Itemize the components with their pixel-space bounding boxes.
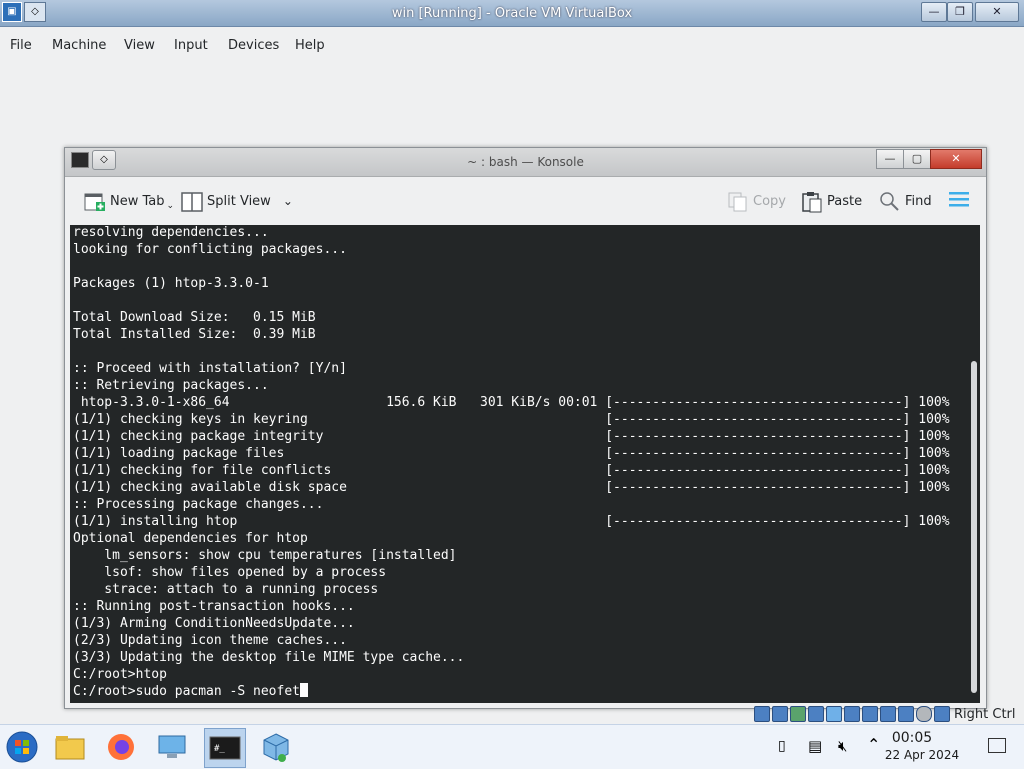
konsole-window-title: ~ : bash — Konsole xyxy=(467,155,584,169)
new-tab-icon xyxy=(84,191,105,211)
remote-desktop-icon xyxy=(158,735,186,758)
split-view-chevron-down-icon[interactable]: ⌄ xyxy=(283,194,293,208)
mouse-integration-icon[interactable] xyxy=(916,706,932,722)
tray-volume-muted-icon[interactable]: 🔇︎ xyxy=(838,737,847,755)
new-tab-button[interactable]: New Tab ⌄ xyxy=(84,190,174,212)
terminal-scrollbar[interactable] xyxy=(971,361,977,693)
network-icon[interactable] xyxy=(808,706,824,722)
tray-usb-icon[interactable]: ▯ xyxy=(778,738,786,754)
terminal-view[interactable]: resolving dependencies... looking for co… xyxy=(70,225,980,703)
start-button[interactable] xyxy=(2,728,42,766)
taskbar: #_ ▯ ▤ 🔇︎ ⌃ 00:05 22 Apr 2024 xyxy=(0,724,1024,769)
vbox-close-button[interactable]: ✕ xyxy=(975,2,1019,22)
vbox-titlebar: ▣ ◇ win [Running] - Oracle VM VirtualBox… xyxy=(0,0,1024,27)
virtualbox-icon xyxy=(263,733,289,762)
new-tab-label: New Tab xyxy=(110,193,165,209)
menu-input[interactable]: Input xyxy=(174,38,208,53)
host-key-icon xyxy=(934,706,950,722)
svg-text:#_: #_ xyxy=(214,744,225,754)
paste-button[interactable]: Paste xyxy=(801,190,863,213)
clock-date: 22 Apr 2024 xyxy=(884,748,960,762)
split-view-button[interactable]: Split View ⌄ xyxy=(181,190,293,212)
usb-icon[interactable] xyxy=(826,706,842,722)
copy-icon xyxy=(727,191,747,212)
hamburger-menu-button[interactable] xyxy=(948,190,970,212)
hamburger-menu-icon xyxy=(948,190,970,212)
hard-disk-icon[interactable] xyxy=(754,706,770,722)
find-label: Find xyxy=(905,193,932,209)
taskbar-firefox[interactable] xyxy=(101,728,141,766)
new-tab-chevron-icon: ⌄ xyxy=(166,201,175,211)
konsole-titlebar[interactable]: ◇ ~ : bash — Konsole — ▢ ✕ xyxy=(65,148,986,177)
taskbar-virtualbox[interactable] xyxy=(256,728,296,766)
audio-icon[interactable] xyxy=(790,706,806,722)
vbox-menubar: File Machine View Input Devices Help xyxy=(0,31,1024,61)
taskbar-file-explorer[interactable] xyxy=(50,728,90,766)
konsole-close-button[interactable]: ✕ xyxy=(930,149,982,169)
vbox-minimize-button[interactable]: — xyxy=(921,2,947,22)
firefox-icon xyxy=(108,734,134,760)
konsole-window: ◇ ~ : bash — Konsole — ▢ ✕ New Tab ⌄ Spl… xyxy=(64,147,987,709)
vbox-window-title: win [Running] - Oracle VM VirtualBox xyxy=(391,6,633,21)
terminal-output: resolving dependencies... looking for co… xyxy=(73,225,950,699)
vbox-status-bar: Right Ctrl xyxy=(754,704,1024,724)
split-view-label: Split View xyxy=(207,193,271,209)
windows-orb-icon xyxy=(6,731,38,763)
search-icon xyxy=(879,191,899,211)
menu-view[interactable]: View xyxy=(124,38,155,53)
konsole-maximize-button[interactable]: ▢ xyxy=(903,149,931,169)
terminal-icon: #_ xyxy=(209,736,241,760)
vbox-maximize-button[interactable]: ❐ xyxy=(947,2,973,22)
konsole-toolbar: New Tab ⌄ Split View ⌄ Copy Paste Find xyxy=(70,177,981,223)
host-key-label: Right Ctrl xyxy=(954,706,1016,722)
split-view-icon xyxy=(181,191,203,212)
menu-devices[interactable]: Devices xyxy=(228,38,279,53)
taskbar-konsole[interactable]: #_ xyxy=(204,728,246,768)
copy-label: Copy xyxy=(753,193,786,209)
folder-icon xyxy=(55,736,85,760)
menu-machine[interactable]: Machine xyxy=(52,38,106,53)
menu-file[interactable]: File xyxy=(10,38,32,53)
shared-folders-icon[interactable] xyxy=(844,706,860,722)
paste-icon xyxy=(801,191,822,213)
taskbar-remote-desktop[interactable] xyxy=(152,728,192,766)
cpu-icon[interactable] xyxy=(898,706,914,722)
display-icon[interactable] xyxy=(862,706,878,722)
copy-button[interactable]: Copy xyxy=(727,190,786,212)
terminal-cursor xyxy=(299,683,308,697)
tray-notes-icon[interactable]: ▤ xyxy=(808,737,822,755)
konsole-minimize-button[interactable]: — xyxy=(876,149,904,169)
paste-label: Paste xyxy=(827,193,863,209)
show-desktop-icon[interactable] xyxy=(988,738,1006,753)
optical-drive-icon[interactable] xyxy=(772,706,788,722)
find-button[interactable]: Find xyxy=(879,190,932,212)
recording-icon[interactable] xyxy=(880,706,896,722)
menu-help[interactable]: Help xyxy=(295,38,325,53)
clock-time: 00:05 xyxy=(891,730,933,746)
